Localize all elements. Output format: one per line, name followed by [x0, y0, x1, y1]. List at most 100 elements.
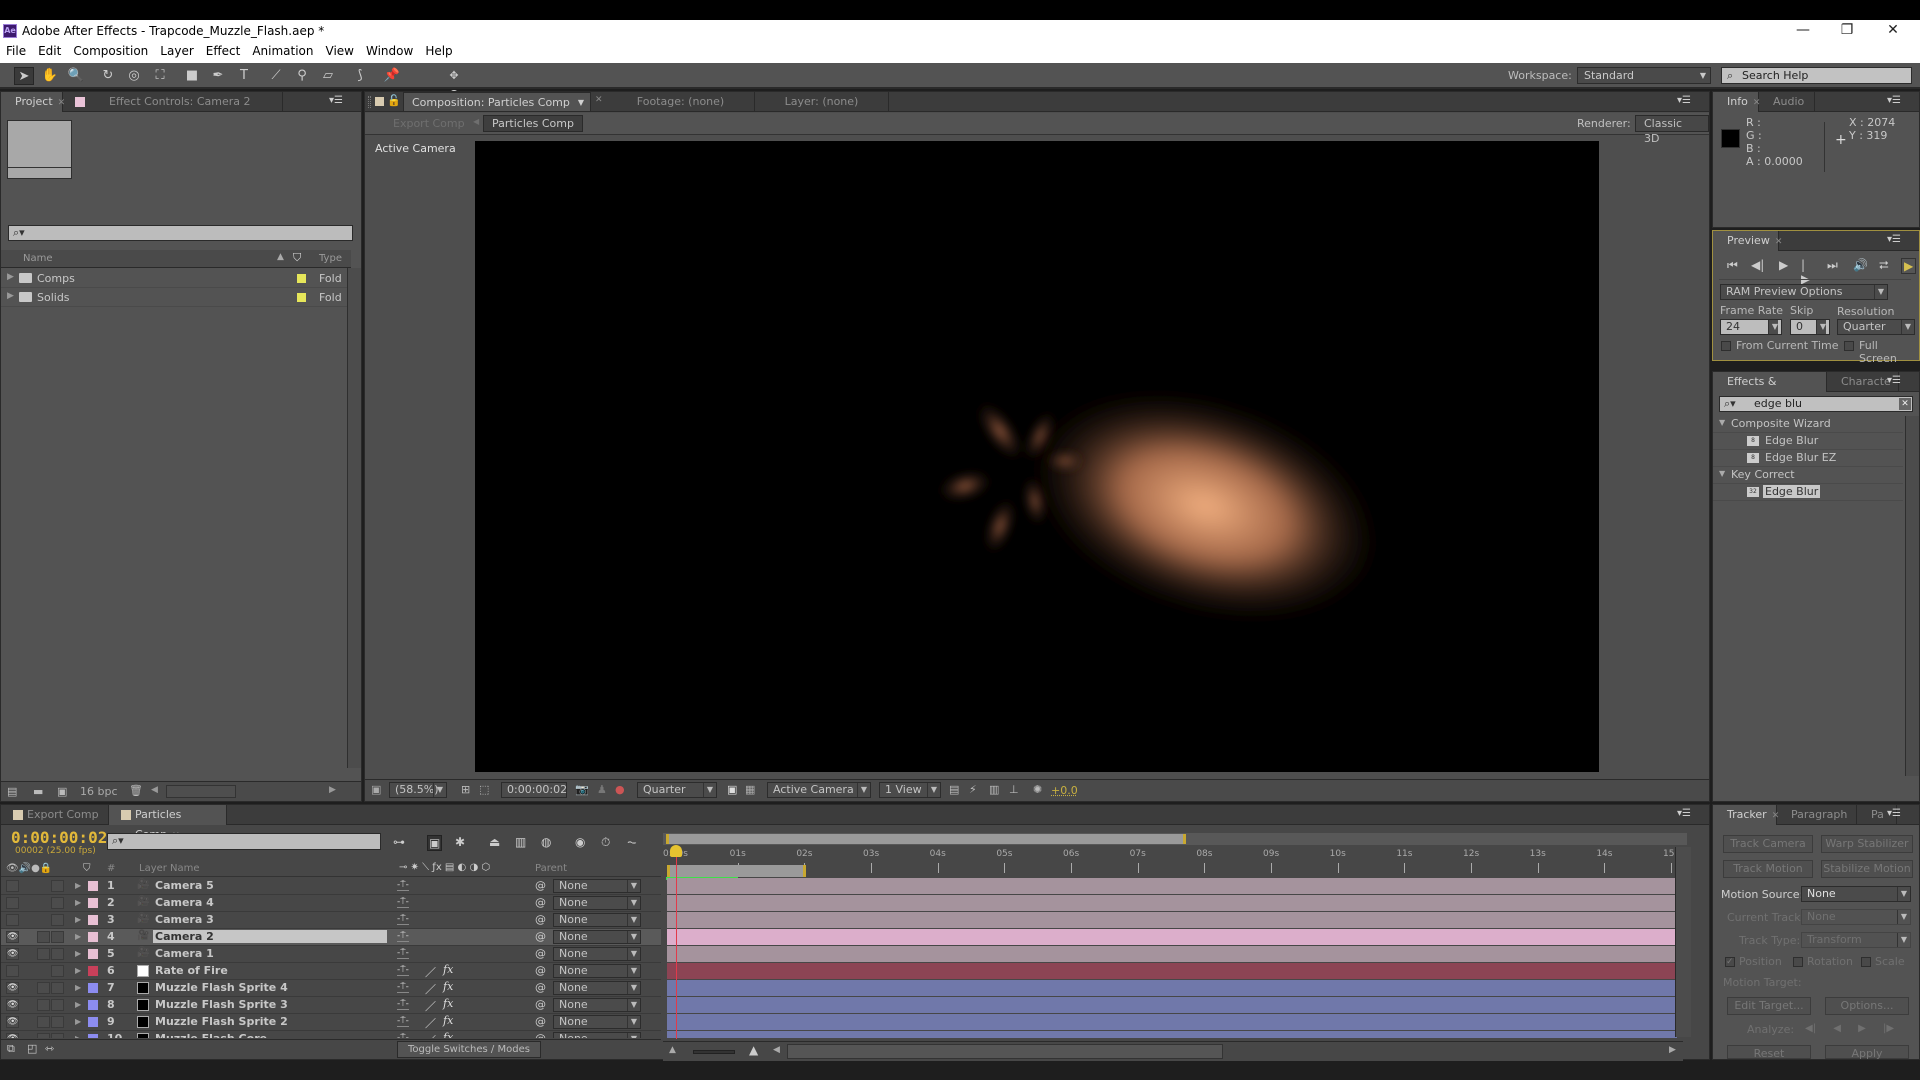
view-layout-select[interactable]: 1 View ▼	[879, 782, 941, 798]
panel-menu-icon[interactable]: ▾☰	[1887, 234, 1901, 245]
exposure-value[interactable]: +0.0	[1051, 784, 1078, 797]
lock-toggle[interactable]	[51, 897, 64, 909]
camera-view-select[interactable]: Active Camera ▼	[767, 782, 871, 798]
menu-view[interactable]: View	[320, 44, 360, 62]
expand-arrow-icon[interactable]: ▶	[7, 291, 14, 301]
clear-search-icon[interactable]: ✕	[1899, 398, 1911, 410]
expand-arrow-icon[interactable]: ▶	[75, 881, 81, 890]
pan-behind-tool-icon[interactable]: ⛶	[150, 67, 170, 85]
layer-name[interactable]: Muzzle Flash Sprite 3	[153, 998, 387, 1011]
close-button[interactable]: ✕	[1878, 22, 1908, 38]
shy-switch-icon[interactable]: -⍑-	[397, 1033, 409, 1038]
layer-duration-bar[interactable]	[667, 895, 1677, 911]
analyze-forward-icon[interactable]: ▶	[1858, 1023, 1866, 1034]
quality-switch-icon[interactable]: ／	[425, 1032, 436, 1038]
solo-toggle[interactable]	[37, 931, 50, 943]
work-area-bar[interactable]	[667, 865, 807, 877]
pick-whip-icon[interactable]: @	[535, 981, 546, 994]
expand-arrow-icon[interactable]: ▶	[75, 1034, 81, 1038]
menu-effect[interactable]: Effect	[200, 44, 247, 62]
effects-switch-icon[interactable]: fx	[443, 1014, 453, 1027]
search-help-input[interactable]: ⌕ Search Help	[1721, 67, 1912, 84]
composition-viewer[interactable]	[475, 141, 1599, 772]
effects-group[interactable]: ▼ Composite Wizard	[1713, 416, 1903, 433]
effect-item[interactable]: 8 Edge Blur	[1713, 433, 1903, 450]
visibility-toggle-icon[interactable]: 👁	[6, 982, 19, 994]
pixel-aspect-icon[interactable]: ▤	[949, 783, 959, 796]
solo-toggle[interactable]	[37, 999, 50, 1011]
scroll-left-icon[interactable]: ◀	[773, 1045, 780, 1055]
lock-toggle[interactable]	[51, 1016, 64, 1028]
shy-switch-icon[interactable]: -⍑-	[397, 999, 409, 1010]
visibility-toggle-icon[interactable]: 👁	[6, 931, 19, 943]
reset-button[interactable]: Reset	[1727, 1045, 1811, 1060]
expand-arrow-icon[interactable]: ▶	[75, 932, 81, 941]
layer-label-color[interactable]	[88, 881, 98, 891]
analyze-back-frame-icon[interactable]: ◀|	[1805, 1023, 1816, 1034]
parent-select[interactable]: None ▼	[553, 964, 641, 978]
position-checkbox[interactable]: ✓	[1725, 957, 1735, 967]
layer-row[interactable]: 👁 ▶ 8 Muzzle Flash Sprite 3 -⍑- ／ fx @ None ▼	[1, 997, 661, 1014]
effects-scrollbar[interactable]	[1905, 416, 1919, 776]
transparency-grid-icon[interactable]: ▦	[745, 783, 755, 796]
renderer-button[interactable]: Classic 3D	[1635, 115, 1709, 145]
collapse-arrow-icon[interactable]: ▼	[1719, 469, 1725, 478]
new-comp-icon[interactable]: ▣	[57, 785, 67, 798]
layer-name[interactable]: Camera 5	[153, 879, 387, 892]
loop-icon[interactable]: ⮂	[1879, 258, 1889, 273]
column-name[interactable]: Name	[23, 253, 53, 264]
rectangle-tool-icon[interactable]: ■	[182, 67, 202, 85]
menu-file[interactable]: File	[0, 44, 32, 62]
chevron-down-icon[interactable]: ▼	[578, 93, 584, 113]
parent-select[interactable]: None ▼	[553, 981, 641, 995]
solo-toggle[interactable]	[37, 1016, 50, 1028]
tab-paragraph[interactable]: Paragraph	[1777, 805, 1857, 825]
parent-select[interactable]: None ▼	[553, 930, 641, 944]
tab-effects-presets[interactable]: Effects & Presets✕	[1713, 372, 1827, 408]
timeline-timecode[interactable]: 0:00:00:02	[11, 828, 107, 847]
label-tag-icon[interactable]: ⛉	[293, 251, 301, 265]
first-frame-icon[interactable]: ⏮	[1727, 258, 1738, 273]
roto-brush-tool-icon[interactable]: ⟆	[350, 67, 370, 85]
expand-arrow-icon[interactable]: ▶	[75, 949, 81, 958]
restore-button[interactable]: ❐	[1832, 22, 1862, 38]
snapshot-icon[interactable]: 📷	[575, 783, 589, 796]
lock-toggle[interactable]	[51, 880, 64, 892]
layer-name[interactable]: Muzzle Flash Core	[153, 1032, 387, 1038]
menu-layer[interactable]: Layer	[154, 44, 199, 62]
comp-mini-flowchart-icon[interactable]: ⊶	[393, 835, 405, 849]
solo-toggle[interactable]	[37, 948, 50, 960]
next-frame-icon[interactable]: |▶	[1801, 258, 1810, 286]
analyze-forward-frame-icon[interactable]: |▶	[1883, 1023, 1894, 1034]
panel-menu-icon[interactable]: ▾☰	[1677, 808, 1691, 819]
layer-duration-bar[interactable]	[667, 963, 1677, 979]
lock-toggle[interactable]	[51, 1033, 64, 1038]
menu-help[interactable]: Help	[419, 44, 458, 62]
brainstorm-icon[interactable]: ◉	[575, 835, 585, 849]
label-color-swatch[interactable]	[297, 293, 306, 302]
pick-whip-icon[interactable]: @	[535, 913, 546, 926]
trash-icon[interactable]: 🗑	[129, 784, 143, 797]
scroll-left-icon[interactable]: ◀	[151, 785, 158, 795]
panel-menu-icon[interactable]: ▾☰	[1677, 95, 1691, 106]
options-button[interactable]: Options...	[1825, 997, 1909, 1015]
current-time-display[interactable]: 0:00:00:02	[501, 782, 567, 798]
project-item[interactable]: ▶ Solids Fold	[1, 288, 351, 307]
panel-menu-icon[interactable]: ▾☰	[1887, 375, 1901, 386]
scroll-right-icon[interactable]: ▶	[329, 785, 336, 795]
layer-row[interactable]: ▶ 2 🎥 Camera 4 -⍑- @ None ▼	[1, 895, 661, 912]
layer-label-color[interactable]	[88, 915, 98, 925]
layer-name[interactable]: Camera 1	[153, 947, 387, 960]
horizontal-scroll-thumb[interactable]	[166, 785, 236, 798]
interpret-footage-icon[interactable]: ▤	[7, 785, 17, 798]
tab-project[interactable]: Project ✕	[1, 92, 65, 112]
layer-name[interactable]: Camera 3	[153, 913, 387, 926]
camera-orbit-tool-icon[interactable]: ◎	[124, 67, 144, 85]
pen-tool-icon[interactable]: ✒	[208, 67, 228, 85]
new-folder-icon[interactable]: ▬	[33, 785, 43, 798]
horizontal-scroll-thumb[interactable]	[787, 1044, 1223, 1059]
graph-editor-toggle-icon[interactable]: ◍	[541, 835, 551, 849]
visibility-toggle-icon[interactable]: 👁	[6, 1033, 19, 1038]
menu-animation[interactable]: Animation	[246, 44, 319, 62]
quality-switch-icon[interactable]: ／	[425, 1015, 436, 1031]
